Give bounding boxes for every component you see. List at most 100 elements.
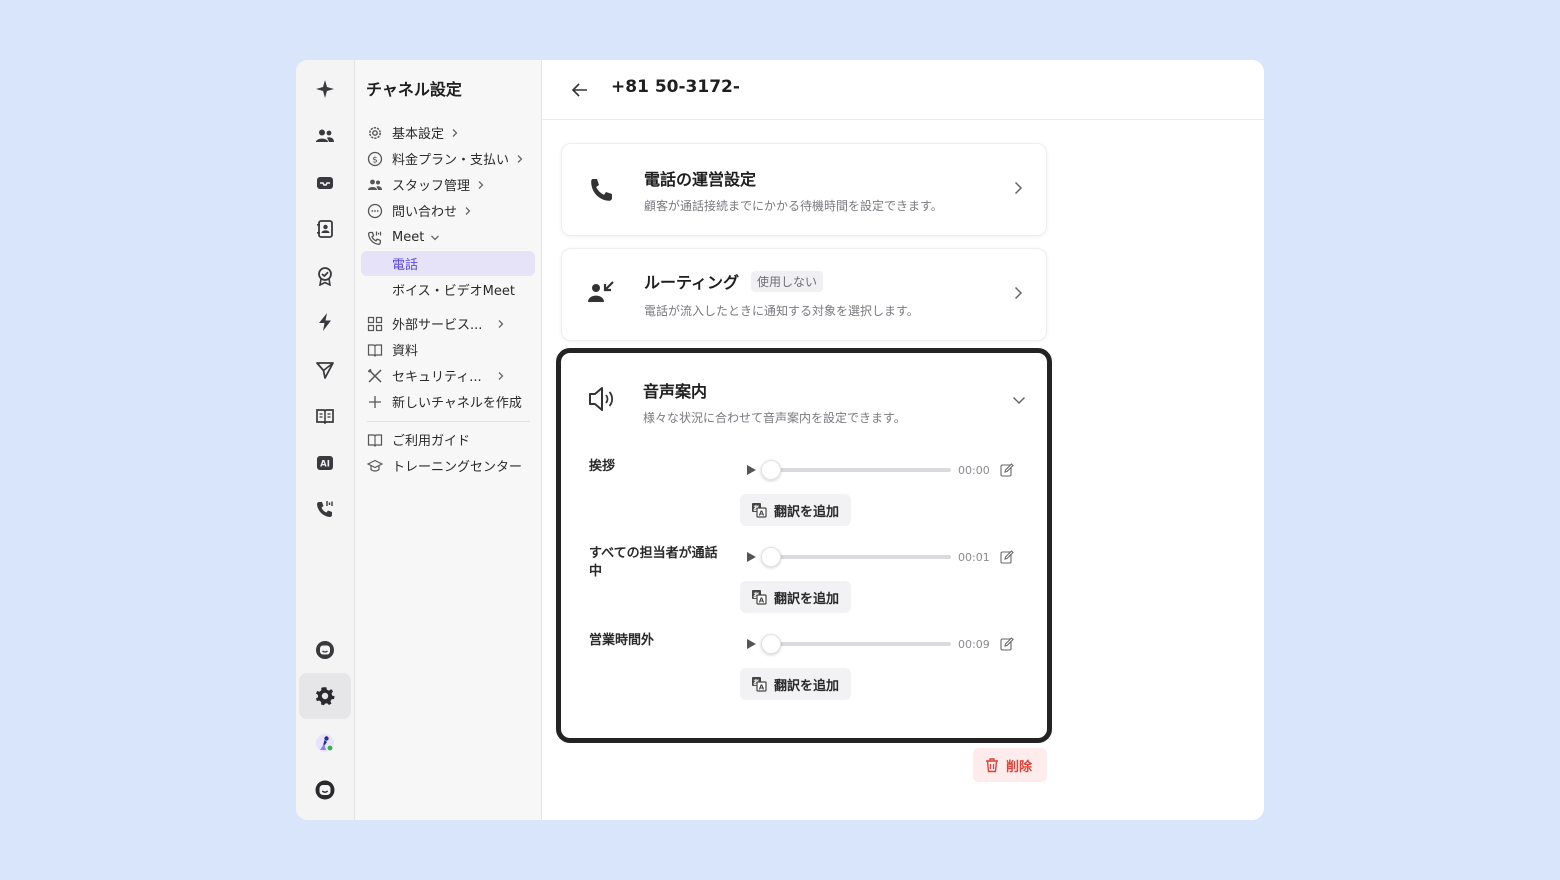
chevron-right-icon — [1014, 286, 1023, 300]
lightning-icon — [319, 313, 331, 331]
svg-text:A: A — [759, 684, 765, 692]
routing-icon — [588, 281, 614, 302]
row-label: 営業時間外 — [589, 633, 655, 648]
rail-settings[interactable] — [299, 673, 351, 719]
play-icon[interactable] — [745, 464, 757, 476]
contact-book-icon — [317, 220, 333, 238]
chevron-right-icon — [476, 180, 486, 190]
sidebar-item-label: ボイス・ビデオMeet — [392, 284, 515, 299]
audio-thumb[interactable] — [761, 460, 781, 480]
delete-button[interactable]: 削除 — [973, 748, 1047, 782]
edit-icon[interactable] — [1000, 550, 1014, 564]
phone-operation-card[interactable]: 電話の運営設定 顧客が通話接続までにかかる待機時間を設定できます。 — [561, 143, 1047, 236]
rail-send[interactable] — [299, 347, 351, 393]
audio-thumb[interactable] — [761, 634, 781, 654]
rail-docs[interactable] — [299, 393, 351, 439]
svg-text:A: A — [759, 510, 765, 518]
rail-badge[interactable] — [299, 253, 351, 299]
back-arrow-icon[interactable] — [570, 80, 590, 100]
audio-track[interactable] — [761, 547, 951, 567]
sidebar-item-staff[interactable]: スタッフ管理 — [361, 172, 535, 197]
rail-profile[interactable] — [299, 720, 351, 766]
play-icon[interactable] — [745, 638, 757, 650]
sidebar-item-basic-settings[interactable]: 基本設定 — [361, 120, 535, 145]
ai-icon: AI — [317, 456, 333, 470]
audio-track[interactable] — [761, 460, 951, 480]
sidebar-item-label: 基本設定 — [392, 127, 445, 142]
status-badge: 使用しない — [751, 270, 824, 292]
chevron-right-icon — [496, 371, 506, 381]
audio-player[interactable]: 00:01 — [745, 547, 1015, 567]
rail-channel-talk[interactable] — [299, 627, 351, 673]
add-translation-button[interactable]: あA 翻訳を追加 — [740, 494, 851, 526]
chevron-down-icon[interactable] — [1011, 392, 1027, 408]
audio-player[interactable]: 00:09 — [745, 634, 1015, 654]
edit-icon[interactable] — [1000, 637, 1014, 651]
button-label: 翻訳を追加 — [774, 504, 840, 520]
card-title: 電話の運営設定 — [644, 170, 757, 189]
sidebar-item-label: セキュリティ... — [392, 370, 482, 385]
book-icon — [366, 431, 384, 449]
audio-thumb[interactable] — [761, 547, 781, 567]
sidebar-item-training[interactable]: トレーニングセンター — [361, 453, 535, 478]
sidebar-item-meet[interactable]: Meet — [361, 225, 535, 250]
card-description: 様々な状況に合わせて音声案内を設定できます。 — [643, 411, 906, 425]
svg-text:A: A — [759, 597, 765, 605]
rail-inbox[interactable] — [299, 160, 351, 206]
sidebar-item-phone[interactable]: 電話 — [361, 251, 535, 276]
edit-icon[interactable] — [1000, 463, 1014, 477]
avatar-icon — [316, 734, 334, 752]
chevron-right-icon — [450, 128, 460, 138]
rail-automation[interactable] — [299, 299, 351, 345]
sidebar-item-external-services[interactable]: 外部サービス... — [361, 311, 535, 336]
chat-logo-icon — [316, 641, 334, 659]
routing-card[interactable]: ルーティング 使用しない 電話が流入したときに通知する対象を選択します。 — [561, 248, 1047, 341]
rail-channel-logo[interactable] — [299, 767, 351, 813]
rail-contacts[interactable] — [299, 206, 351, 252]
chevron-right-icon — [515, 154, 525, 164]
graduation-cap-icon — [366, 457, 384, 475]
sidebar-item-security[interactable]: セキュリティ... — [361, 363, 535, 388]
button-label: 削除 — [1006, 759, 1033, 775]
rail-ai[interactable]: AI — [299, 440, 351, 486]
card-description: 電話が流入したときに通知する対象を選択します。 — [644, 304, 919, 318]
card-title-wrap: ルーティング 使用しない — [644, 269, 824, 293]
book-icon — [366, 341, 384, 359]
phone-icon — [591, 179, 612, 201]
main-content: +81 50-3172- 電話の運営設定 顧客が通話接続までにかかる待機時間を設… — [542, 60, 1264, 820]
sidebar-item-label: 料金プラン・支払い — [392, 153, 510, 168]
chevron-right-icon — [1014, 181, 1023, 195]
translate-icon: あA — [752, 677, 767, 692]
inbox-icon — [317, 177, 333, 189]
button-label: 翻訳を追加 — [774, 591, 840, 607]
phone-wave-icon — [366, 229, 384, 247]
row-label: すべての担当者が通話中 — [589, 546, 718, 579]
sidebar-item-guide[interactable]: ご利用ガイド — [361, 427, 535, 452]
rail-sparkle[interactable] — [299, 66, 351, 112]
rail-users[interactable] — [299, 113, 351, 159]
translate-icon: あA — [752, 590, 767, 605]
button-label: 翻訳を追加 — [774, 678, 840, 694]
apps-grid-icon — [366, 315, 384, 333]
svg-text:$: $ — [372, 155, 378, 165]
audio-track[interactable] — [761, 634, 951, 654]
sidebar-item-materials[interactable]: 資料 — [361, 337, 535, 362]
top-bar: +81 50-3172- — [542, 60, 1264, 120]
sidebar-item-billing[interactable]: $ 料金プラン・支払い — [361, 146, 535, 171]
add-translation-button[interactable]: あA 翻訳を追加 — [740, 668, 851, 700]
play-icon[interactable] — [745, 551, 757, 563]
speaker-icon — [589, 387, 614, 411]
audio-player[interactable]: 00:00 — [745, 460, 1015, 480]
sidebar-item-label: 資料 — [392, 344, 419, 359]
send-icon — [316, 362, 334, 379]
award-badge-icon — [318, 267, 332, 286]
sidebar-item-create-channel[interactable]: 新しいチャネルを作成 — [361, 389, 535, 414]
sidebar-item-voice-video-meet[interactable]: ボイス・ビデオMeet — [361, 277, 535, 302]
sidebar-item-inquiries[interactable]: 問い合わせ — [361, 198, 535, 223]
rail-meet[interactable] — [299, 486, 351, 532]
svg-text:AI: AI — [320, 460, 330, 470]
sparkle-icon — [316, 80, 334, 98]
gear-icon — [366, 124, 384, 142]
add-translation-button[interactable]: あA 翻訳を追加 — [740, 581, 851, 613]
icon-rail: AI — [296, 60, 355, 820]
